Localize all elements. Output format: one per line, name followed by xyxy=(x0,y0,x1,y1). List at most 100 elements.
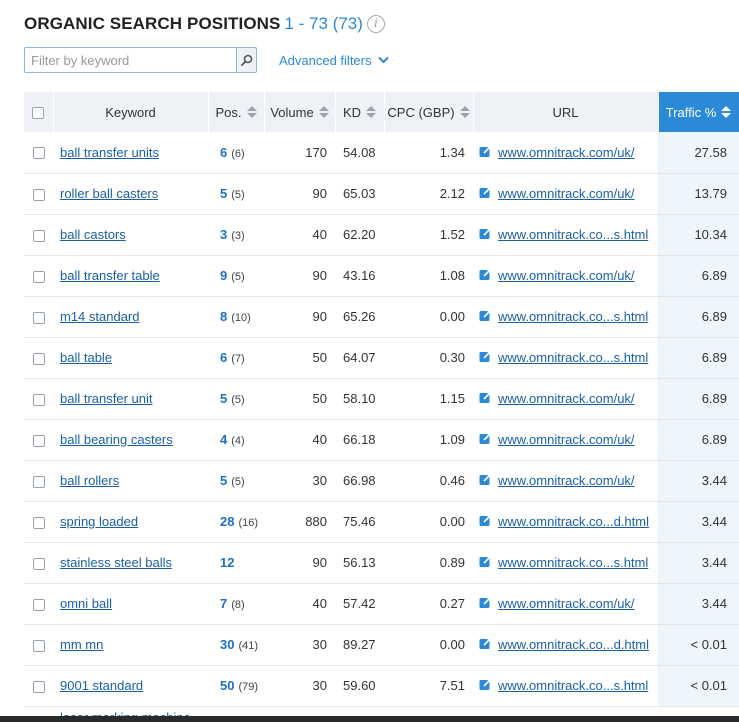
external-link-icon[interactable] xyxy=(479,309,492,325)
position-value[interactable]: 5 xyxy=(220,186,227,201)
url-link[interactable]: www.omnitrack.co...d.html xyxy=(498,514,649,529)
row-select-cell xyxy=(24,542,53,584)
row-checkbox[interactable] xyxy=(32,475,45,488)
position-value[interactable]: 8 xyxy=(220,309,227,324)
keyword-filter-input[interactable] xyxy=(24,47,236,73)
external-link-icon[interactable] xyxy=(479,678,492,694)
traffic-cell: < 0.01 xyxy=(658,624,739,666)
volume-cell: 90 xyxy=(264,542,335,584)
position-value[interactable]: 4 xyxy=(220,432,227,447)
external-link-icon[interactable] xyxy=(479,227,492,243)
keyword-link[interactable]: omni ball xyxy=(60,596,112,611)
position-value[interactable]: 3 xyxy=(220,227,227,242)
row-checkbox[interactable] xyxy=(32,270,45,283)
keyword-link[interactable]: ball table xyxy=(60,350,112,365)
row-checkbox[interactable] xyxy=(32,311,45,324)
row-checkbox[interactable] xyxy=(32,434,45,447)
keyword-link[interactable]: ball rollers xyxy=(60,473,119,488)
keyword-link[interactable]: ball bearing casters xyxy=(60,432,173,447)
position-value[interactable]: 30 xyxy=(220,637,234,652)
keyword-link[interactable]: spring loaded xyxy=(60,514,138,529)
keyword-cell: ball castors xyxy=(53,214,208,256)
keyword-link[interactable]: ball transfer unit xyxy=(60,391,153,406)
column-header-pos[interactable]: Pos. xyxy=(208,92,265,132)
url-link[interactable]: www.omnitrack.co...s.html xyxy=(498,227,648,242)
keyword-link[interactable]: ball transfer table xyxy=(60,268,160,283)
external-link-icon[interactable] xyxy=(479,186,492,202)
previous-position: (3) xyxy=(231,230,245,242)
external-link-icon[interactable] xyxy=(479,514,492,530)
keyword-link[interactable]: 9001 standard xyxy=(60,678,143,693)
column-header-volume[interactable]: Volume xyxy=(264,92,336,132)
previous-position: (41) xyxy=(238,640,259,652)
url-link[interactable]: www.omnitrack.co...s.html xyxy=(498,309,648,324)
info-icon[interactable]: i xyxy=(366,15,385,33)
url-link[interactable]: www.omnitrack.com/uk/ xyxy=(498,391,635,406)
position-value[interactable]: 6 xyxy=(220,145,227,160)
url-link[interactable]: www.omnitrack.co...s.html xyxy=(498,555,648,570)
external-link-icon[interactable] xyxy=(479,555,492,571)
table-row: omni ball 7 (8) 40 57.42 0.27 www.omnitrack.co… xyxy=(24,583,739,625)
position-value[interactable]: 5 xyxy=(220,391,227,406)
external-link-icon[interactable] xyxy=(479,391,492,407)
url-link[interactable]: www.omnitrack.co...s.html xyxy=(498,350,648,365)
keyword-link[interactable]: roller ball casters xyxy=(60,186,158,201)
keyword-link[interactable]: ball castors xyxy=(60,227,126,242)
url-link[interactable]: www.omnitrack.com/uk/ xyxy=(498,596,635,611)
url-link[interactable]: www.omnitrack.co...d.html xyxy=(498,637,649,652)
url-link[interactable]: www.omnitrack.com/uk/ xyxy=(498,473,635,488)
select-all-checkbox[interactable] xyxy=(32,107,45,120)
position-value[interactable]: 28 xyxy=(220,514,234,529)
keyword-link[interactable]: mm mn xyxy=(60,637,103,652)
url-link[interactable]: www.omnitrack.co...s.html xyxy=(498,678,648,693)
position-value[interactable]: 5 xyxy=(220,473,227,488)
position-value[interactable]: 12 xyxy=(220,555,234,570)
url-link[interactable]: www.omnitrack.com/uk/ xyxy=(498,268,635,283)
keyword-link[interactable]: m14 standard xyxy=(60,309,140,324)
keyword-link[interactable]: stainless steel balls xyxy=(60,555,172,570)
external-link-icon[interactable] xyxy=(479,637,492,653)
column-header-kd[interactable]: KD xyxy=(335,92,385,132)
external-link-icon[interactable] xyxy=(479,145,492,161)
cpc-cell: 1.09 xyxy=(384,419,473,461)
url-link[interactable]: www.omnitrack.com/uk/ xyxy=(498,145,635,160)
position-value[interactable]: 50 xyxy=(220,678,234,693)
row-checkbox[interactable] xyxy=(32,229,45,242)
row-checkbox[interactable] xyxy=(32,352,45,365)
traffic-cell: < 0.01 xyxy=(658,665,739,707)
column-header-traffic[interactable]: Traffic % xyxy=(658,92,739,132)
external-link-icon[interactable] xyxy=(479,350,492,366)
keyword-cell: ball transfer units xyxy=(53,132,208,174)
kd-cell: 64.07 xyxy=(335,337,384,379)
search-button[interactable] xyxy=(236,47,257,73)
keyword-cell: ball transfer table xyxy=(53,255,208,297)
column-header-keyword[interactable]: Keyword xyxy=(53,92,209,132)
url-cell: www.omnitrack.co...s.html xyxy=(473,214,658,256)
column-header-url[interactable]: URL xyxy=(473,92,659,132)
table-row: ball table 6 (7) 50 64.07 0.30 www.omnitrack.c… xyxy=(24,337,739,379)
cpc-cell: 0.30 xyxy=(384,337,473,379)
row-checkbox[interactable] xyxy=(32,598,45,611)
advanced-filters-button[interactable]: Advanced filters xyxy=(279,53,389,68)
external-link-icon[interactable] xyxy=(479,596,492,612)
external-link-icon[interactable] xyxy=(479,432,492,448)
row-checkbox[interactable] xyxy=(32,393,45,406)
position-value[interactable]: 6 xyxy=(220,350,227,365)
row-checkbox[interactable] xyxy=(32,557,45,570)
url-link[interactable]: www.omnitrack.com/uk/ xyxy=(498,432,635,447)
external-link-icon[interactable] xyxy=(479,473,492,489)
keyword-link[interactable]: ball transfer units xyxy=(60,145,159,160)
row-checkbox[interactable] xyxy=(32,147,45,160)
cpc-cell: 1.52 xyxy=(384,214,473,256)
position-value[interactable]: 7 xyxy=(220,596,227,611)
url-cell: www.omnitrack.com/uk/ xyxy=(473,378,658,420)
external-link-icon[interactable] xyxy=(479,268,492,284)
column-header-cpc[interactable]: CPC (GBP) xyxy=(384,92,474,132)
url-link[interactable]: www.omnitrack.com/uk/ xyxy=(498,186,635,201)
row-checkbox[interactable] xyxy=(32,516,45,529)
row-checkbox[interactable] xyxy=(32,639,45,652)
row-checkbox[interactable] xyxy=(32,188,45,201)
position-value[interactable]: 9 xyxy=(220,268,227,283)
row-checkbox[interactable] xyxy=(32,680,45,693)
volume-cell: 90 xyxy=(264,296,335,338)
